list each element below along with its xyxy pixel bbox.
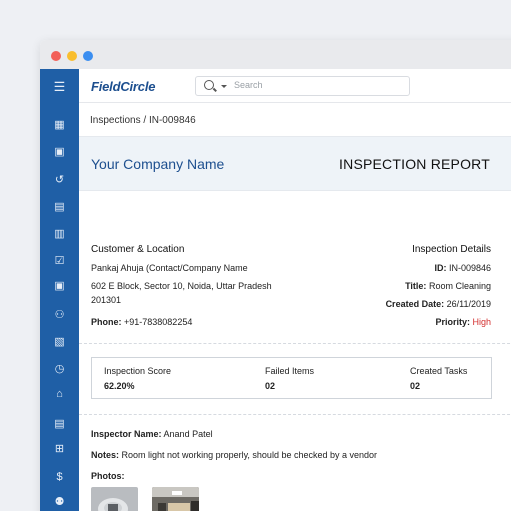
inspection-photo-light-fixture[interactable] <box>91 487 138 511</box>
detail-priority: Priority: High <box>435 317 491 327</box>
calendar-icon[interactable]: ▣ <box>40 142 79 160</box>
notes-label: Notes: <box>91 450 120 460</box>
hierarchy-icon[interactable]: ⊞ <box>40 439 79 457</box>
title-label: Title: <box>405 281 427 291</box>
stat-tasks-label: Created Tasks <box>410 366 468 376</box>
company-name: Your Company Name <box>91 156 225 172</box>
customer-heading: Customer & Location <box>91 244 185 255</box>
breadcrumb-current: IN-009846 <box>148 115 196 126</box>
priority-value: High <box>472 317 491 327</box>
inventory-icon[interactable]: ⌂ <box>40 385 79 403</box>
search-input[interactable]: Search <box>195 76 410 96</box>
created-label: Created Date: <box>385 299 445 309</box>
priority-label: Priority: <box>435 317 470 327</box>
menu-icon[interactable]: ☰ <box>40 78 79 96</box>
inspection-photo-doorway[interactable] <box>152 487 199 511</box>
minimize-window-button[interactable] <box>67 51 77 61</box>
notes-value: Room light not working properly, should … <box>121 450 378 460</box>
maximize-window-button[interactable] <box>83 51 93 61</box>
id-value: IN-009846 <box>448 263 491 273</box>
details-heading: Inspection Details <box>412 244 491 255</box>
stat-failed-value: 02 <box>265 381 276 391</box>
inspection-stats: Inspection Score 62.20% Failed Items 02 … <box>91 357 492 399</box>
window-titlebar <box>40 40 511 69</box>
report-banner: Your Company Name INSPECTION REPORT <box>79 136 511 191</box>
dashboard-icon[interactable]: ▦ <box>40 115 79 133</box>
divider <box>79 414 511 415</box>
customer-phone: Phone: +91-7838082254 <box>91 317 192 327</box>
sidebar: ☰ ▦ ▣ ↺ ▤ ▥ ☑ ▣ ⚇ ▧ ◷ ⌂ ▤ ⊞ $ ⚉ <box>40 69 79 511</box>
main-content: FieldCircle Search Inspections / IN-0098… <box>79 69 511 511</box>
stat-tasks-value: 02 <box>410 381 421 391</box>
search-placeholder: Search <box>234 80 263 90</box>
detail-id: ID: IN-009846 <box>434 263 491 273</box>
breadcrumb-separator: / <box>140 115 149 126</box>
users-icon[interactable]: ⚉ <box>40 492 79 510</box>
browser-window: ☰ ▦ ▣ ↺ ▤ ▥ ☑ ▣ ⚇ ▧ ◷ ⌂ ▤ ⊞ $ ⚉ FieldCircle Search Insp… <box>40 40 511 511</box>
checklist-icon[interactable]: ▤ <box>40 414 79 432</box>
stat-score-label: Inspection Score <box>104 366 172 376</box>
created-value: 26/11/2019 <box>446 299 491 309</box>
search-icon <box>204 80 214 90</box>
chevron-down-icon[interactable] <box>221 85 227 88</box>
customer-contact: Pankaj Ahuja (Contact/Company Name <box>91 263 248 273</box>
photos-label: Photos: <box>91 471 125 481</box>
detail-created-date: Created Date: 26/11/2019 <box>386 299 491 309</box>
divider <box>79 343 511 344</box>
breadcrumb-inspections-link[interactable]: Inspections <box>90 115 141 126</box>
customer-address-line1: 602 E Block, Sector 10, Noida, Uttar Pra… <box>91 281 272 291</box>
clipboard-icon[interactable]: ▤ <box>40 197 79 215</box>
stat-failed-label: Failed Items <box>265 366 315 376</box>
checkbox-icon[interactable]: ☑ <box>40 251 79 269</box>
inspector-value: Anand Patel <box>163 429 213 439</box>
phone-label: Phone: <box>91 317 122 327</box>
close-window-button[interactable] <box>51 51 61 61</box>
user-assign-icon[interactable]: ⚇ <box>40 305 79 323</box>
id-label: ID: <box>434 263 447 273</box>
breadcrumb: Inspections / IN-009846 <box>90 115 196 126</box>
clock-icon[interactable]: ◷ <box>40 359 79 377</box>
history-icon[interactable]: ↺ <box>40 170 79 188</box>
detail-title: Title: Room Cleaning <box>405 281 491 291</box>
inspection-notes: Notes: Room light not working properly, … <box>91 450 377 460</box>
report-title: INSPECTION REPORT <box>339 156 490 172</box>
inspection-icon[interactable]: ▧ <box>40 332 79 350</box>
schedule-icon[interactable]: ▣ <box>40 276 79 294</box>
dollar-icon[interactable]: $ <box>40 468 79 486</box>
customer-address-line2: 201301 <box>91 295 122 305</box>
document-settings-icon[interactable]: ▥ <box>40 224 79 242</box>
phone-value: +91-7838082254 <box>124 317 193 327</box>
top-header: FieldCircle Search <box>79 69 511 103</box>
stat-score-value: 62.20% <box>104 381 135 391</box>
fieldcircle-logo[interactable]: FieldCircle <box>91 79 155 94</box>
inspector-label: Inspector Name: <box>91 429 162 439</box>
inspector-name: Inspector Name: Anand Patel <box>91 429 213 439</box>
title-value: Room Cleaning <box>428 281 491 291</box>
